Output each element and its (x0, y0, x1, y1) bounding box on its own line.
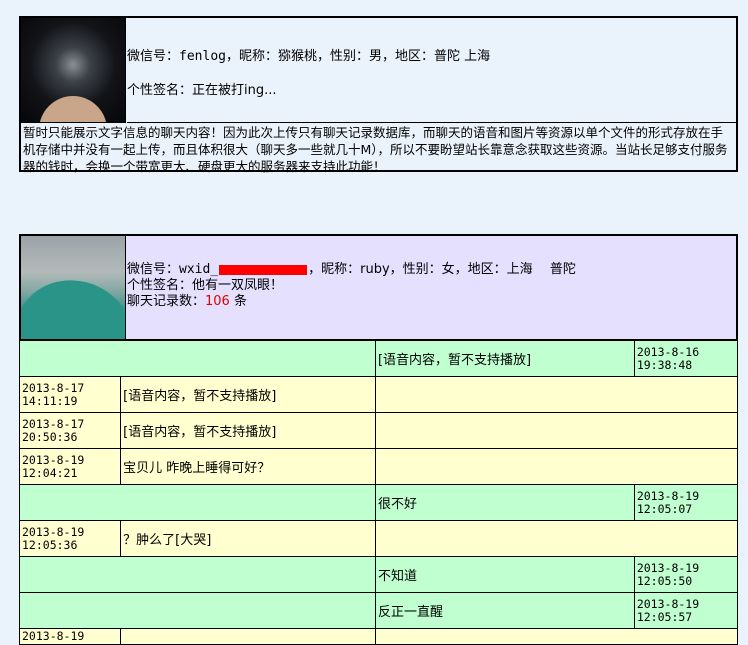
message-text: [语音内容，暂不支持播放] (120, 412, 376, 449)
profile-details: 微信号：wxid_ ，昵称：ruby，性别：女，地区：上海 普陀 (127, 262, 576, 278)
message-timestamp: 2013-8-19 12:05:36 (18, 520, 122, 557)
message-text: 反正一直醒 (374, 592, 635, 629)
empty-cell (374, 376, 739, 413)
message-row: 反正一直醒 2013-8-19 12:05:57 (19, 592, 739, 629)
message-row: [语音内容，暂不支持播放] 2013-8-16 19:38:48 (19, 340, 739, 377)
wechat-id: wxid_ (179, 262, 219, 277)
count-label: 聊天记录数： (127, 294, 206, 309)
message-text: ？肿么了[大哭] (120, 520, 376, 557)
profile-details: 微信号：fenlog，昵称：猕猴桃，性别：男，地区：普陀 上海 (127, 45, 490, 64)
message-row: 2013-8-17 14:11:19 [语音内容，暂不支持播放] (18, 376, 739, 413)
profile-card-2: 微信号：wxid_ ，昵称：ruby，性别：女，地区：上海 普陀 个性签名：他有一… (19, 234, 738, 341)
empty-cell (374, 628, 739, 645)
wechat-id: fenlog (179, 49, 226, 64)
message-text (120, 628, 376, 645)
message-date: 2013-8-19 (636, 560, 700, 575)
message-timestamp: 2013-8-19 12:05:07 (633, 484, 739, 521)
count-unit: 条 (233, 294, 247, 309)
message-row: 不知道 2013-8-19 12:05:50 (19, 556, 739, 593)
empty-cell (19, 484, 376, 521)
message-date: 2013-8-19 (636, 596, 700, 611)
profile-card-1: 微信号：fenlog，昵称：猕猴桃，性别：男，地区：普陀 上海 个性签名：正在被… (19, 16, 738, 174)
profile-attributes: ，昵称：猕猴桃，性别：男，地区：普陀 上海 (225, 49, 491, 64)
empty-cell (19, 340, 376, 377)
message-text: 不知道 (374, 556, 635, 593)
profile-attributes: ，昵称：ruby，性别：女，地区：上海 普陀 (308, 262, 576, 277)
empty-cell (19, 592, 376, 629)
message-timestamp: 2013-8-19 (18, 628, 122, 645)
message-time: 12:04:21 (22, 465, 78, 480)
profile-info: 微信号：wxid_ ，昵称：ruby，性别：女，地区：上海 普陀 个性签名：他有一… (127, 262, 576, 310)
empty-cell (374, 448, 739, 485)
message-row: 很不好 2013-8-19 12:05:07 (19, 484, 739, 521)
message-row: 2013-8-17 20:50:36 [语音内容，暂不支持播放] (18, 412, 739, 449)
message-time: 12:05:36 (22, 537, 78, 552)
message-timestamp: 2013-8-19 12:05:57 (633, 592, 739, 629)
message-timestamp: 2013-8-19 12:04:21 (18, 448, 122, 485)
message-time: 19:38:48 (636, 357, 693, 372)
message-row: 2013-8-19 (18, 628, 739, 645)
message-text: [语音内容，暂不支持播放] (120, 376, 376, 413)
message-date: 2013-8-17 (22, 416, 85, 431)
empty-cell (19, 556, 376, 593)
avatar-photo (21, 236, 126, 339)
message-time: 20:50:36 (22, 429, 78, 444)
profile-info: 微信号：fenlog，昵称：猕猴桃，性别：男，地区：普陀 上海 个性签名：正在被… (127, 18, 736, 123)
empty-cell (374, 412, 739, 449)
wechat-label: 微信号： (127, 262, 180, 277)
message-date: 2013-8-17 (22, 380, 85, 395)
redaction-bar (219, 264, 308, 275)
notice-text: 暂时只能展示文字信息的聊天内容！因为此次上传只有聊天记录数据库，而聊天的语音和图… (23, 125, 728, 174)
message-time: 12:05:57 (636, 609, 693, 624)
empty-cell (374, 520, 739, 557)
message-text: [语音内容，暂不支持播放] (374, 340, 635, 377)
message-row: 2013-8-19 12:05:36 ？肿么了[大哭] (18, 520, 739, 557)
message-time: 14:11:19 (22, 393, 78, 408)
message-timestamp: 2013-8-16 19:38:48 (633, 340, 739, 377)
message-text: 宝贝儿 昨晚上睡得可好？ (120, 448, 376, 485)
message-date: 2013-8-19 (22, 452, 85, 467)
wechat-label: 微信号： (127, 49, 180, 64)
message-timestamp: 2013-8-17 14:11:19 (18, 376, 122, 413)
message-date: 2013-8-19 (22, 629, 85, 643)
count-value: 106 (205, 294, 230, 309)
message-text: 很不好 (374, 484, 635, 521)
signature: 个性签名：正在被打ing... (127, 83, 277, 98)
message-row: 2013-8-19 12:04:21 宝贝儿 昨晚上睡得可好？ (18, 448, 739, 485)
message-time: 12:05:07 (636, 501, 693, 516)
message-timestamp: 2013-8-17 20:50:36 (18, 412, 122, 449)
message-date: 2013-8-19 (22, 524, 85, 539)
signature: 个性签名：他有一双凤眼！ (127, 278, 284, 293)
message-date: 2013-8-16 (636, 344, 700, 359)
message-date: 2013-8-19 (636, 488, 700, 503)
message-table: [语音内容，暂不支持播放] 2013-8-16 19:38:48 2013-8-17 1… (18, 340, 739, 645)
message-count: 聊天记录数：106 条 (127, 294, 576, 310)
avatar-photo (21, 18, 126, 123)
message-timestamp: 2013-8-19 12:05:50 (633, 556, 739, 593)
message-time: 12:05:50 (636, 573, 693, 588)
